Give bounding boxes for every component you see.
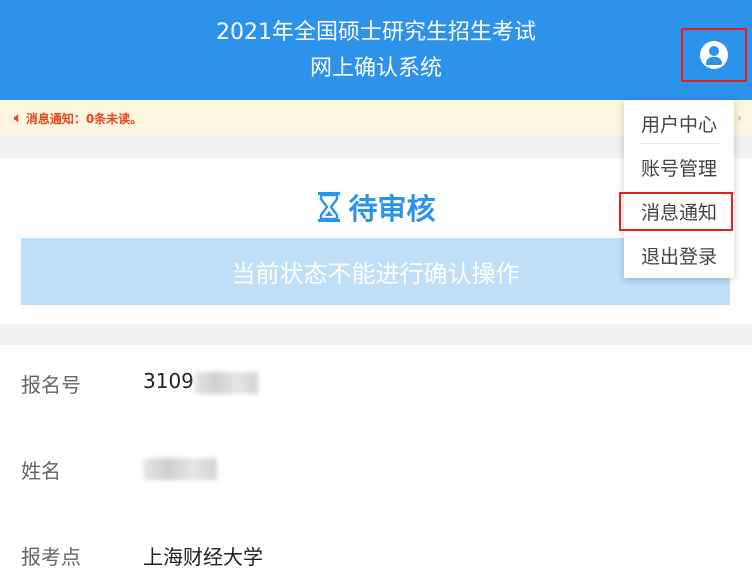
page-title-line2: 网上确认系统 xyxy=(309,56,442,81)
redacted-blur xyxy=(193,371,258,394)
info-card: 报名号 3109 姓名 报考点 上海财经大学 xyxy=(0,345,752,572)
redacted-blur xyxy=(143,457,217,480)
hourglass-icon xyxy=(318,192,341,222)
user-dropdown-menu: 用户中心 账号管理 消息通知 退出登录 xyxy=(624,100,734,278)
info-label: 报名号 xyxy=(21,373,81,397)
speaker-icon: 🔈︎ xyxy=(14,110,22,126)
info-value xyxy=(143,455,217,480)
status-title: 待审核 xyxy=(348,192,436,226)
chevron-right-icon: › xyxy=(737,111,742,125)
menu-item-user-center[interactable]: 用户中心 xyxy=(624,102,734,144)
menu-item-logout[interactable]: 退出登录 xyxy=(624,234,734,276)
user-menu-button[interactable] xyxy=(681,28,747,82)
page-title-line1: 2021年全国硕士研究生招生考试 xyxy=(216,20,536,45)
notice-text: 消息通知：0条未读。 xyxy=(25,111,143,126)
info-value: 3109 xyxy=(143,369,258,394)
info-value: 上海财经大学 xyxy=(143,545,263,569)
registration-number-text: 3109 xyxy=(143,369,194,393)
message-notice-highlight xyxy=(619,192,733,231)
info-label: 姓名 xyxy=(21,459,61,483)
info-label: 报考点 xyxy=(21,545,81,569)
user-circle-icon xyxy=(700,41,728,69)
menu-item-account-management[interactable]: 账号管理 xyxy=(624,146,734,188)
app-header: 2021年全国硕士研究生招生考试 网上确认系统 xyxy=(0,0,752,100)
